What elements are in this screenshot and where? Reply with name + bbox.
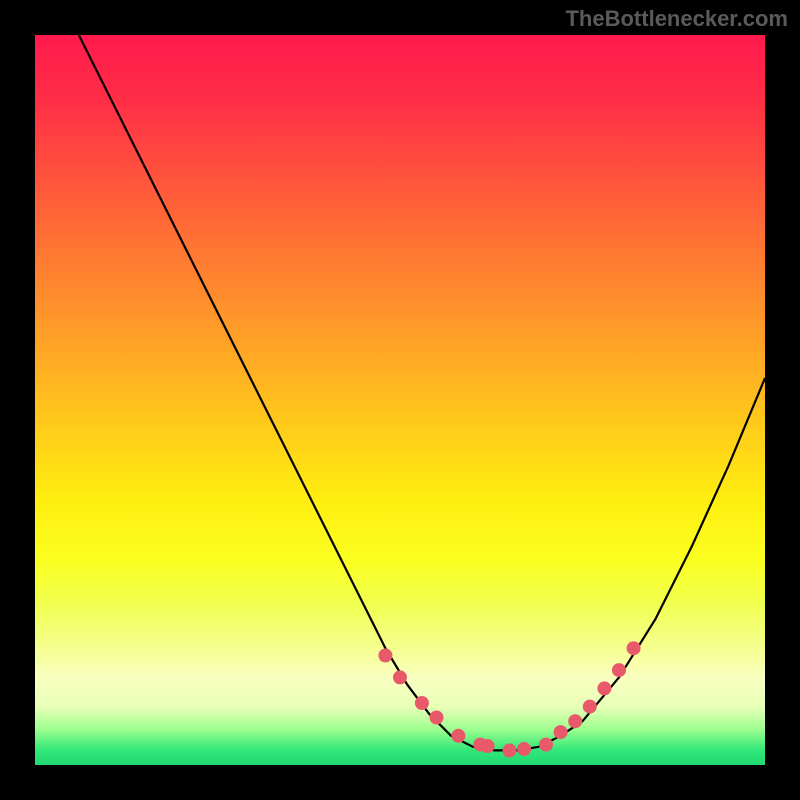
data-point [415,696,429,710]
data-point [481,739,495,753]
chart-frame: TheBottlenecker.com [0,0,800,800]
bottleneck-curve [79,35,765,750]
data-point [451,729,465,743]
data-point [539,738,553,752]
data-point [430,711,444,725]
data-point [517,742,531,756]
plot-area [35,35,765,765]
data-point [597,681,611,695]
data-point [378,649,392,663]
data-point [568,714,582,728]
data-point [612,663,626,677]
data-point [583,700,597,714]
data-point [554,725,568,739]
data-point [393,670,407,684]
data-point [503,743,517,757]
data-point [627,641,641,655]
chart-svg [35,35,765,765]
watermark-text: TheBottlenecker.com [565,6,788,32]
